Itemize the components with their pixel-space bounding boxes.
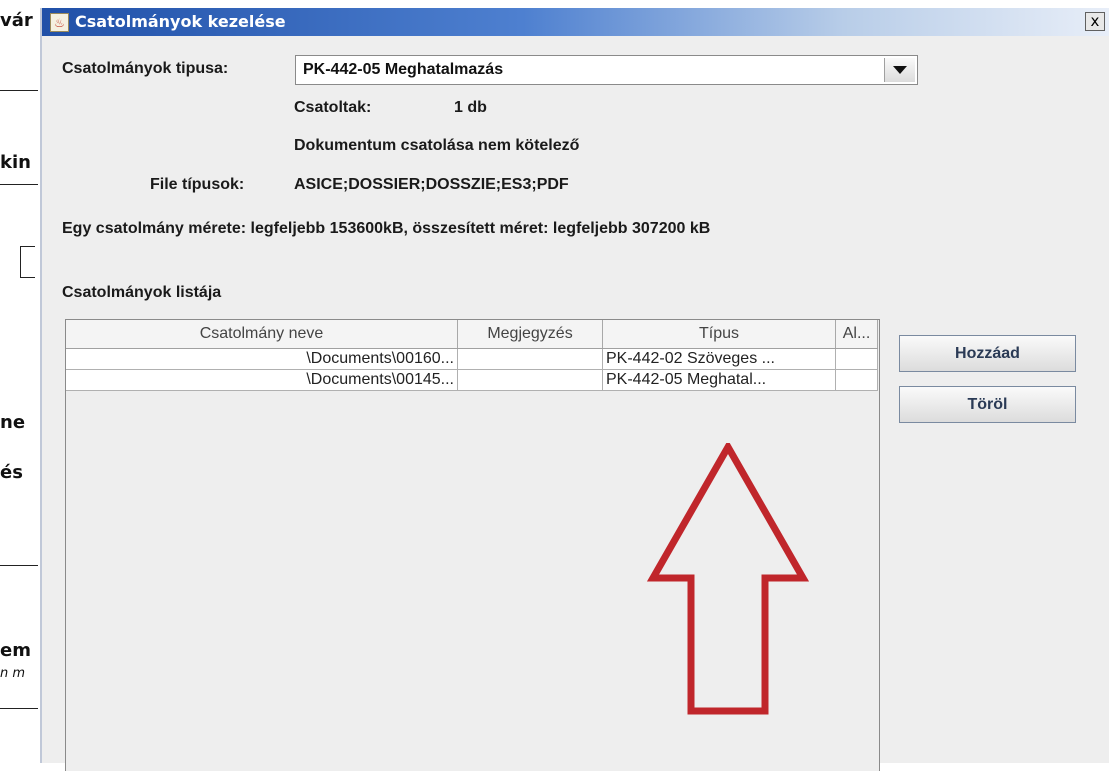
table-header: Csatolmány neve Megjegyzés Típus Al...	[66, 320, 878, 349]
background-divider	[0, 90, 38, 91]
optional-note: Dokumentum csatolása nem kötelező	[294, 137, 580, 154]
background-text: em	[0, 640, 31, 661]
cell-al	[836, 370, 878, 391]
background-field	[20, 246, 35, 278]
column-header-note[interactable]: Megjegyzés	[458, 320, 603, 348]
annotation-arrow-icon	[647, 443, 809, 715]
background-text: és	[0, 462, 23, 483]
file-types-value: ASICE;DOSSIER;DOSSZIE;ES3;PDF	[294, 176, 569, 193]
column-header-type[interactable]: Típus	[603, 320, 836, 348]
dialog-title: Csatolmányok kezelése	[75, 12, 286, 31]
cell-type: PK-442-02 Szöveges ...	[603, 349, 836, 370]
cell-name: \Documents\00160...	[66, 349, 458, 370]
delete-button[interactable]: Töröl	[899, 386, 1076, 423]
java-icon: ♨	[50, 13, 69, 32]
close-button[interactable]: x	[1085, 12, 1105, 31]
cell-note	[458, 370, 603, 391]
column-header-al[interactable]: Al...	[836, 320, 878, 348]
attachment-type-label: Csatolmányok tipusa:	[62, 60, 229, 77]
attachment-type-value: PK-442-05 Meghatalmazás	[303, 61, 504, 78]
size-info: Egy csatolmány mérete: legfeljebb 153600…	[62, 220, 711, 237]
background-text: kin	[0, 152, 31, 173]
background-text: n m	[0, 666, 26, 681]
chevron-down-icon[interactable]	[884, 58, 915, 82]
attachments-dialog: ♨ Csatolmányok kezelése x Csatolmányok t…	[40, 8, 1109, 771]
file-types-label: File típusok:	[150, 176, 245, 193]
background-divider	[0, 184, 38, 185]
table-row[interactable]: \Documents\00145... PK-442-05 Meghatal..…	[66, 370, 878, 391]
background-divider	[0, 708, 38, 709]
cell-al	[836, 349, 878, 370]
background-window: vár kin ne és em n m	[0, 0, 40, 763]
cell-note	[458, 349, 603, 370]
attached-count-value: 1 db	[454, 99, 487, 116]
attachment-list-title: Csatolmányok listája	[62, 284, 222, 301]
table-row[interactable]: \Documents\00160... PK-442-02 Szöveges .…	[66, 349, 878, 370]
background-text: vár	[0, 10, 33, 31]
cell-name: \Documents\00145...	[66, 370, 458, 391]
background-text: ne	[0, 412, 26, 433]
cell-type: PK-442-05 Meghatal...	[603, 370, 836, 391]
add-button[interactable]: Hozzáad	[899, 335, 1076, 372]
attached-count-label: Csatoltak:	[294, 99, 372, 116]
attachment-type-select[interactable]: PK-442-05 Meghatalmazás	[295, 55, 918, 85]
background-divider	[0, 565, 38, 566]
title-bar[interactable]: ♨ Csatolmányok kezelése x	[42, 8, 1109, 36]
column-header-name[interactable]: Csatolmány neve	[66, 320, 458, 348]
